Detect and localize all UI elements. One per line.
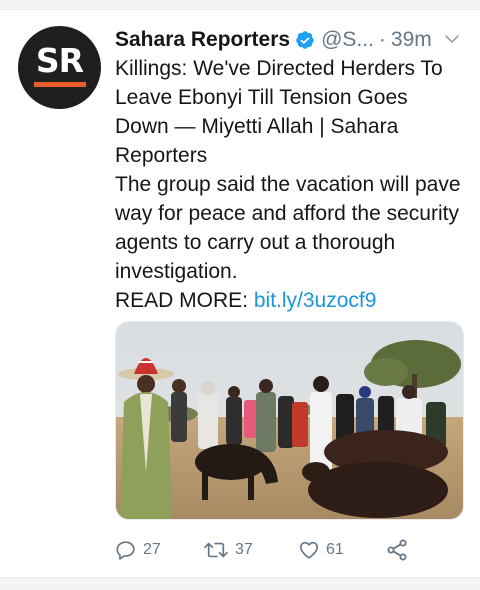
read-more-line: READ MORE: bit.ly/3uzocf9 xyxy=(115,286,467,315)
read-more-label: READ MORE: xyxy=(115,289,254,312)
header-separator: · xyxy=(378,28,386,51)
tweet-link[interactable]: bit.ly/3uzocf9 xyxy=(254,289,377,312)
like-icon xyxy=(299,541,319,559)
tweet-text: Killings: We've Directed Herders To Leav… xyxy=(115,54,467,315)
chevron-down-icon[interactable] xyxy=(443,30,461,48)
reply-count: 27 xyxy=(143,541,161,558)
reply-icon xyxy=(116,541,135,560)
avatar[interactable]: SR xyxy=(18,26,101,109)
photo-illustration xyxy=(116,322,463,519)
author-handle[interactable]: @S... xyxy=(321,28,374,52)
tweet-summary: The group said the vacation will pave wa… xyxy=(115,173,461,283)
bottom-separator xyxy=(0,577,480,590)
tweet-headline: Killings: We've Directed Herders To Leav… xyxy=(115,57,443,167)
share-button[interactable] xyxy=(385,538,415,562)
tweet-header: Sahara Reporters @S... · 39m xyxy=(115,26,465,54)
retweet-count: 37 xyxy=(235,541,253,558)
top-separator xyxy=(0,0,480,10)
tweet-timestamp[interactable]: 39m xyxy=(391,28,432,52)
like-count: 61 xyxy=(326,541,344,558)
retweet-icon xyxy=(204,542,228,558)
avatar-logo-bar xyxy=(33,82,86,87)
retweet-button[interactable]: 37 xyxy=(203,538,253,562)
author-name[interactable]: Sahara Reporters xyxy=(115,28,290,52)
verified-badge-icon xyxy=(296,31,314,49)
like-button[interactable]: 61 xyxy=(298,538,344,562)
tweet-photo[interactable] xyxy=(115,321,464,520)
reply-button[interactable]: 27 xyxy=(115,538,161,562)
tweet-card[interactable]: SR Sahara Reporters @S... · 39m Killings… xyxy=(0,10,480,576)
avatar-logo-text: SR xyxy=(35,41,84,80)
share-icon xyxy=(387,539,407,561)
tweet-actions: 27 37 61 xyxy=(115,538,435,562)
